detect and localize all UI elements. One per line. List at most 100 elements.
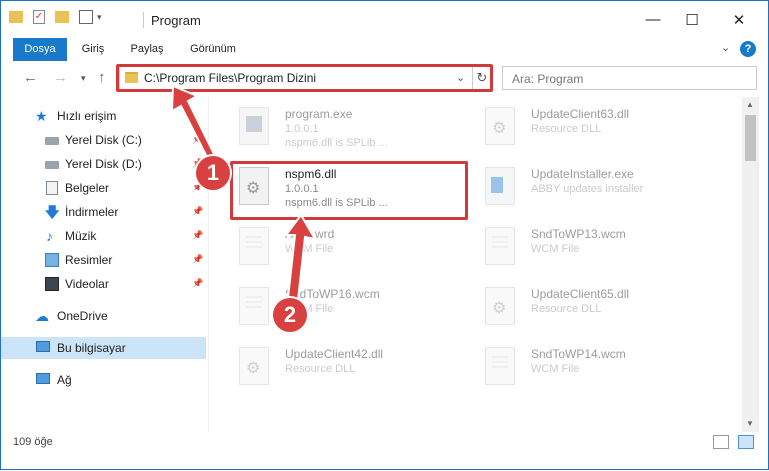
file-type: WCM File [531,363,580,375]
file-name: UpdateClient63.dll [531,107,630,121]
expand-ribbon-chevron-icon[interactable]: ⌄ [721,41,730,54]
wcm-file-icon [239,287,269,325]
file-description: nspm6.dll is SPLib ... [285,137,388,149]
file-type: Resource DLL [531,123,602,135]
network-icon [36,373,50,384]
installer-file-icon [485,167,515,205]
sidebar-item-music[interactable]: ♪ Müzik 📌 [1,225,206,247]
file-type: ABBY updates installer [531,183,644,195]
video-film-icon [45,277,59,291]
file-version: 1.0.0.1 [285,123,319,135]
title-separator [143,12,144,28]
status-bar: 109 öğe [1,432,768,469]
scroll-down-arrow-icon[interactable]: ▼ [746,419,754,428]
pin-icon[interactable]: 📌 [192,134,203,145]
file-item[interactable]: Abcz.wrd WCM File [233,223,473,279]
properties-icon[interactable]: ✓ [33,10,45,24]
pin-icon[interactable]: 📌 [192,230,203,241]
sidebar-item-label: İndirmeler [65,205,119,219]
tab-giris[interactable]: Giriş [73,38,113,61]
file-name: SndToWP16.wcm [285,287,380,301]
file-type: Resource DLL [285,363,356,375]
drive-icon [45,161,59,169]
tab-gorunum[interactable]: Görünüm [181,38,245,61]
document-icon [46,181,58,195]
step-badge-2: 2 [273,298,307,332]
explorer-window: ✓ ▾ Program — ☐ ✕ Dosya Giriş Paylaş Gör… [0,0,769,470]
customize-qa-chevron-icon[interactable]: ▾ [97,12,102,23]
file-item[interactable]: SndToWP16.wcm WCM File [233,283,473,339]
sidebar-item-label: Belgeler [65,181,110,195]
title-bar: ✓ ▾ Program — ☐ ✕ [1,1,768,38]
tab-dosya[interactable]: Dosya [13,38,67,61]
sidebar-item-network[interactable]: Ağ [1,369,206,391]
sidebar-item-downloads[interactable]: 🡇 İndirmeler 📌 [1,201,206,223]
scroll-up-arrow-icon[interactable]: ▲ [746,100,754,109]
file-name: UpdateInstaller.exe [531,167,634,181]
sidebar-item-local-disk-c[interactable]: Yerel Disk (C:) 📌 [1,129,206,151]
star-icon: ★ [35,108,48,124]
tab-paylas[interactable]: Paylaş [125,38,169,61]
file-name: UpdateClient65.dll [531,287,630,301]
window-title: Program [151,13,201,28]
file-item[interactable]: SndToWP13.wcm WCM File [479,223,719,279]
file-name: program.exe [285,107,353,121]
vertical-scrollbar[interactable]: ▲ ▼ [742,97,759,432]
address-bar-highlight [116,64,493,92]
sidebar-item-label: Resimler [65,253,113,267]
maximize-button[interactable]: ☐ [669,1,715,38]
dll-file-icon [485,287,515,325]
new-folder-icon[interactable] [55,11,69,23]
help-icon[interactable]: ? [740,41,756,57]
forward-arrow-icon[interactable]: → [53,69,68,86]
file-name: SndToWP13.wcm [531,227,626,241]
close-button[interactable]: ✕ [716,1,762,38]
file-item[interactable]: UpdateInstaller.exe ABBY updates install… [479,163,719,219]
file-item[interactable]: UpdateClient42.dll Resource DLL [233,343,473,399]
sidebar-item-label: Videolar [65,277,109,291]
sidebar-item-onedrive[interactable]: ☁ OneDrive [1,305,206,327]
file-item[interactable]: UpdateClient63.dll Resource DLL [479,103,719,159]
sidebar-item-label: Yerel Disk (C:) [65,133,142,147]
pin-icon[interactable]: 📌 [192,254,203,265]
navigation-pane: ★ Hızlı erişim Yerel Disk (C:) 📌 Yerel D… [1,97,206,432]
pictures-icon [45,253,59,267]
dll-file-icon [239,347,269,385]
sidebar-item-label: OneDrive [57,309,108,323]
file-highlight [230,161,468,220]
sidebar-item-this-pc[interactable]: Bu bilgisayar [1,337,206,359]
sidebar-item-label: Müzik [65,229,97,243]
file-name: SndToWP14.wcm [531,347,626,361]
back-arrow-icon[interactable]: ← [23,69,38,86]
view-toggle-icon[interactable] [79,10,93,24]
sidebar-item-label: Yerel Disk (D:) [65,157,142,171]
dll-file-icon [485,107,515,145]
details-view-icon[interactable] [713,435,729,449]
search-input[interactable]: Ara: Program [502,66,757,90]
sidebar-item-label: Ağ [57,373,72,387]
pin-icon[interactable]: 📌 [192,206,203,217]
sidebar-item-documents[interactable]: Belgeler 📌 [1,177,206,199]
file-item[interactable]: program.exe 1.0.0.1 nspm6.dll is SPLib .… [233,103,473,159]
file-type: WCM File [531,243,580,255]
up-arrow-icon[interactable]: ↑ [98,69,106,86]
pin-icon[interactable]: 📌 [192,278,203,289]
exe-file-icon [239,107,269,145]
sidebar-item-pictures[interactable]: Resimler 📌 [1,249,206,271]
sidebar-item-videos[interactable]: Videolar 📌 [1,273,206,295]
file-item[interactable]: SndToWP14.wcm WCM File [479,343,719,399]
wcm-file-icon [239,227,269,265]
file-type: WCM File [285,243,334,255]
large-icons-view-icon[interactable] [738,435,754,449]
file-name: Abcz.wrd [285,227,335,241]
music-note-icon: ♪ [46,228,53,244]
file-item[interactable]: UpdateClient65.dll Resource DLL [479,283,719,339]
sidebar-item-quick-access[interactable]: ★ Hızlı erişim [1,105,206,127]
recent-locations-chevron-icon[interactable]: ▾ [81,73,86,84]
file-name: UpdateClient42.dll [285,347,384,361]
scrollbar-thumb[interactable] [745,115,756,161]
cloud-icon: ☁ [35,308,49,324]
folder-icon[interactable] [9,11,23,23]
item-count: 109 öğe [13,436,53,448]
sidebar-item-local-disk-d[interactable]: Yerel Disk (D:) 📌 [1,153,206,175]
